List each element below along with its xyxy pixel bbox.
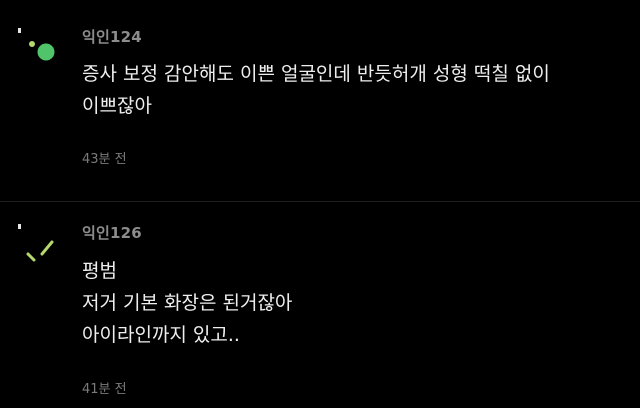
comment-timestamp: 41분 전 [82, 382, 127, 397]
avatar[interactable] [14, 22, 70, 78]
comment-text-line: 이쁘잖아 [82, 95, 152, 117]
avatar[interactable] [14, 224, 70, 280]
anonymous-avatar-icon [18, 28, 55, 61]
comment-text-line: 아이라인까지 있고.. [82, 324, 240, 346]
comment-username[interactable]: 익인126 [82, 222, 142, 243]
comment-item: 익인126 평범 저거 기본 화장은 된거잖아 아이라인까지 있고.. 41분 … [0, 202, 640, 408]
comment-timestamp: 43분 전 [82, 152, 127, 167]
comment-username[interactable]: 익인124 [82, 26, 142, 47]
comment-text-line: 평범 [82, 260, 117, 282]
anonymous-avatar-icon [18, 224, 54, 262]
comment-item: 익인124 증사 보정 감안해도 이쁜 얼굴인데 반듯허개 성형 떡칠 없이 이… [0, 0, 640, 202]
comment-text-line: 저거 기본 화장은 된거잖아 [82, 292, 293, 314]
comment-body: 평범 저거 기본 화장은 된거잖아 아이라인까지 있고.. [82, 255, 292, 351]
comment-body: 증사 보정 감안해도 이쁜 얼굴인데 반듯허개 성형 떡칠 없이 이쁘잖아 [82, 58, 550, 122]
comment-text-line: 증사 보정 감안해도 이쁜 얼굴인데 반듯허개 성형 떡칠 없이 [82, 63, 550, 85]
